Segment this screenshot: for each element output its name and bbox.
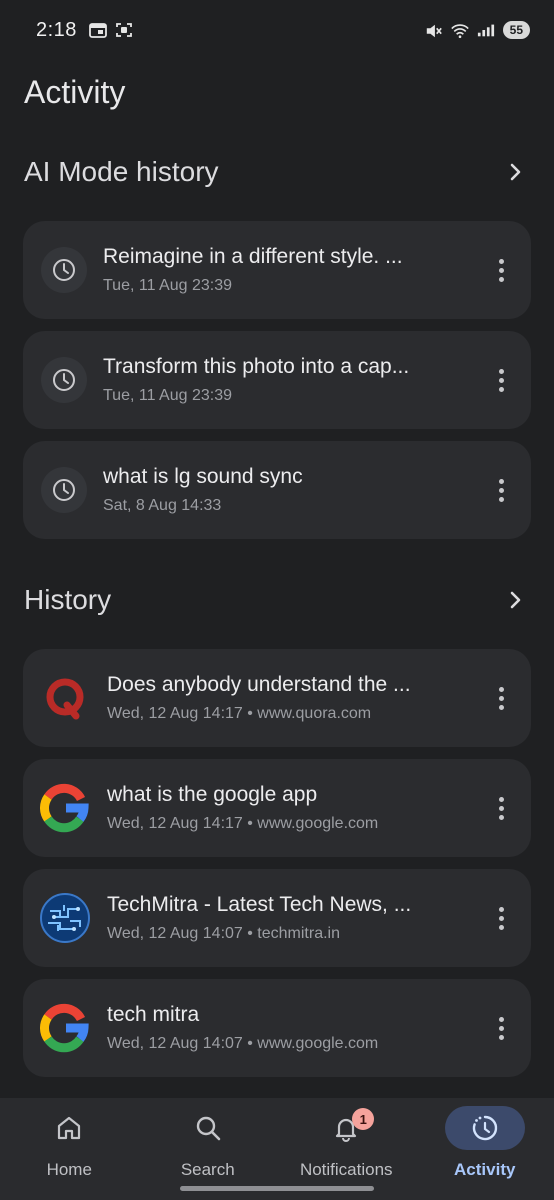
more-options-icon[interactable] [489, 360, 513, 400]
ai-history-item[interactable]: what is lg sound sync Sat, 8 Aug 14:33 [23, 441, 531, 539]
item-timestamp: Wed, 12 Aug 14:17 • www.google.com [107, 815, 379, 832]
more-options-icon[interactable] [489, 250, 513, 290]
more-options-icon[interactable] [489, 678, 513, 718]
quora-icon [39, 672, 91, 724]
item-title: TechMitra - Latest Tech News, ... [107, 893, 412, 916]
nav-label: Home [46, 1160, 92, 1179]
page-title: Activity [24, 74, 126, 110]
mute-icon [425, 22, 443, 38]
more-options-icon[interactable] [489, 788, 513, 828]
nav-label: Activity [454, 1160, 516, 1179]
more-options-icon[interactable] [489, 470, 513, 510]
ai-mode-history-list: Reimagine in a different style. ... Tue,… [23, 221, 531, 551]
history-item[interactable]: TechMitra - Latest Tech News, ... Wed, 1… [23, 869, 531, 967]
clock-icon [41, 467, 87, 513]
history-header[interactable]: History [24, 584, 530, 616]
status-time: 2:18 [36, 18, 77, 41]
history-item[interactable]: what is the google app Wed, 12 Aug 14:17… [23, 759, 531, 857]
nav-label: Notifications [299, 1160, 393, 1179]
item-timestamp: Tue, 11 Aug 23:39 [103, 387, 232, 404]
ai-history-item[interactable]: Transform this photo into a cap... Tue, … [23, 331, 531, 429]
chevron-right-icon[interactable] [502, 586, 530, 614]
more-options-icon[interactable] [489, 898, 513, 938]
screenshot-icon [115, 22, 133, 38]
ai-mode-history-header[interactable]: AI Mode history [24, 156, 530, 188]
item-timestamp: Wed, 12 Aug 14:07 • www.google.com [107, 1035, 379, 1052]
techmitra-icon [39, 892, 91, 944]
item-timestamp: Tue, 11 Aug 23:39 [103, 277, 232, 294]
item-timestamp: Sat, 8 Aug 14:33 [103, 497, 222, 514]
google-icon [39, 782, 91, 834]
battery-indicator: 55 [502, 21, 530, 39]
item-title: Does anybody understand the ... [107, 673, 411, 696]
google-icon [39, 1002, 91, 1054]
signal-icon [477, 22, 495, 38]
item-title: what is lg sound sync [103, 465, 303, 488]
item-timestamp: Wed, 12 Aug 14:17 • www.quora.com [107, 705, 372, 722]
nav-label: Search [180, 1160, 235, 1179]
status-bar: 2:18 55 [0, 0, 554, 60]
more-options-icon[interactable] [489, 1008, 513, 1048]
clock-icon [41, 357, 87, 403]
item-title: tech mitra [107, 1003, 200, 1026]
search-icon [168, 1106, 248, 1150]
bell-icon: 1 [306, 1106, 386, 1150]
nav-notifications[interactable]: 1 Notifications [277, 1098, 416, 1200]
item-title: Transform this photo into a cap... [103, 355, 410, 378]
home-icon [29, 1106, 109, 1150]
ai-history-item[interactable]: Reimagine in a different style. ... Tue,… [23, 221, 531, 319]
history-item[interactable]: tech mitra Wed, 12 Aug 14:07 • www.googl… [23, 979, 531, 1077]
clock-icon [41, 247, 87, 293]
ai-mode-history-title: AI Mode history [24, 156, 219, 187]
item-title: what is the google app [107, 783, 318, 806]
nav-activity[interactable]: Activity [416, 1098, 554, 1200]
notification-badge: 1 [352, 1108, 375, 1130]
bottom-navigation: Home Search 1 Notifications Activity [0, 1098, 554, 1200]
item-timestamp: Wed, 12 Aug 14:07 • techmitra.in [107, 925, 340, 942]
item-title: Reimagine in a different style. ... [103, 245, 403, 268]
nav-home[interactable]: Home [0, 1098, 139, 1200]
wifi-icon [450, 22, 469, 39]
chevron-right-icon[interactable] [502, 158, 530, 186]
calendar-icon [89, 22, 107, 38]
home-indicator[interactable] [180, 1186, 374, 1191]
history-item[interactable]: Does anybody understand the ... Wed, 12 … [23, 649, 531, 747]
history-list: Does anybody understand the ... Wed, 12 … [23, 649, 531, 1089]
nav-search[interactable]: Search [139, 1098, 278, 1200]
activity-icon [444, 1106, 525, 1150]
history-title: History [24, 584, 112, 615]
